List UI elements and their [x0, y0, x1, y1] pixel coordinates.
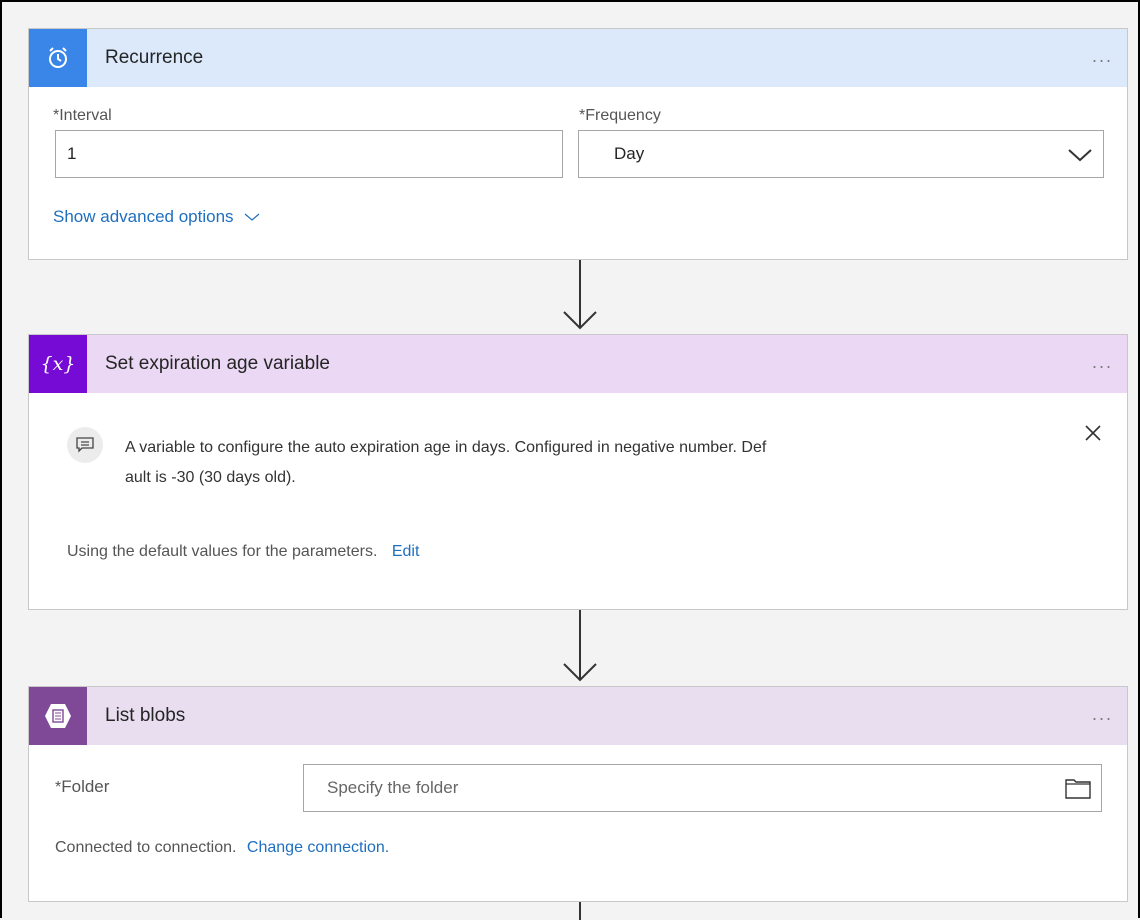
- interval-input[interactable]: 1: [55, 130, 563, 178]
- comment-icon-circle: [67, 427, 103, 463]
- recurrence-header[interactable]: Recurrence ...: [29, 29, 1127, 87]
- recurrence-icon-box: [29, 29, 87, 87]
- show-advanced-options[interactable]: Show advanced options: [53, 207, 260, 227]
- set-variable-title: Set expiration age variable: [105, 353, 330, 374]
- frequency-value: Day: [614, 144, 645, 163]
- list-blobs-card: List blobs ... *Folder Specify the folde…: [28, 686, 1128, 902]
- comment-icon: [76, 437, 94, 453]
- default-values-text: Using the default values for the paramet…: [67, 543, 378, 560]
- list-blobs-header[interactable]: List blobs ...: [29, 687, 1127, 745]
- list-blobs-title: List blobs: [105, 705, 186, 726]
- folder-label: *Folder: [55, 777, 110, 796]
- comment-line-2: ault is -30 (30 days old).: [125, 469, 296, 486]
- change-connection-link[interactable]: Change connection.: [247, 839, 389, 856]
- close-icon[interactable]: [1083, 423, 1103, 443]
- recurrence-title: Recurrence: [105, 47, 204, 68]
- edit-link[interactable]: Edit: [392, 543, 420, 560]
- connection-row: Connected to connection. Change connecti…: [55, 839, 389, 857]
- frequency-select[interactable]: Day: [578, 130, 1104, 178]
- flow-connector-line: [579, 902, 581, 920]
- blob-storage-icon: [45, 704, 71, 728]
- blob-icon-box: [29, 687, 87, 745]
- set-variable-more-button[interactable]: ...: [1092, 353, 1113, 371]
- folder-placeholder: Specify the folder: [327, 778, 459, 797]
- flow-connector-arrow: [563, 260, 597, 330]
- chevron-down-icon: [244, 213, 260, 221]
- folder-icon[interactable]: [1065, 777, 1091, 799]
- show-advanced-link[interactable]: Show advanced options: [53, 207, 234, 226]
- variable-icon-box: {x}: [29, 335, 87, 393]
- connection-text: Connected to connection.: [55, 839, 237, 856]
- alarm-clock-icon: [49, 47, 67, 68]
- interval-label: *Interval: [53, 107, 112, 124]
- frequency-label: *Frequency: [579, 107, 661, 124]
- folder-input[interactable]: Specify the folder: [303, 764, 1102, 812]
- set-variable-card: {x} Set expiration age variable ... A va…: [28, 334, 1128, 610]
- flow-connector-arrow: [563, 610, 597, 682]
- comment-text: A variable to configure the auto expirat…: [125, 433, 1045, 493]
- default-values-row: Using the default values for the paramet…: [67, 543, 419, 561]
- list-blobs-more-button[interactable]: ...: [1092, 705, 1113, 723]
- set-variable-header[interactable]: {x} Set expiration age variable ...: [29, 335, 1127, 393]
- chevron-down-icon: [1068, 149, 1092, 162]
- recurrence-card: Recurrence ... *Interval 1 *Frequency Da…: [28, 28, 1128, 260]
- comment-line-1: A variable to configure the auto expirat…: [125, 439, 767, 456]
- recurrence-more-button[interactable]: ...: [1092, 47, 1113, 65]
- interval-value: 1: [67, 144, 77, 163]
- variable-icon: {x}: [40, 353, 76, 375]
